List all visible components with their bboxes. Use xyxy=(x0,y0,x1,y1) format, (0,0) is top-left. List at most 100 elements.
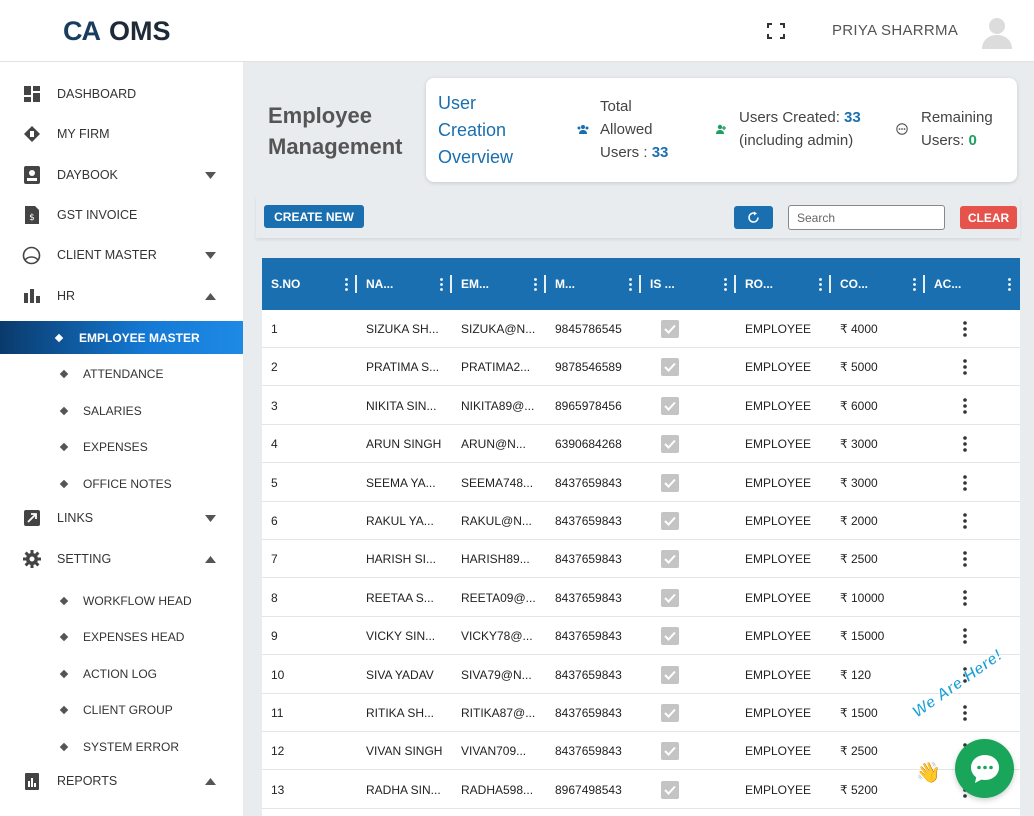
is-active-checkbox[interactable] xyxy=(661,550,679,569)
sidebar-subitem-office-notes[interactable]: OFFICE NOTES xyxy=(0,469,243,499)
report-icon xyxy=(22,772,41,791)
is-active-checkbox[interactable] xyxy=(661,358,679,377)
cell-role: EMPLOYEE xyxy=(745,437,812,452)
row-actions-icon[interactable] xyxy=(963,551,967,568)
table-row[interactable]: 12 VIVAN SINGH VIVAN709... 8437659843 EMPLOY… xyxy=(262,732,1020,771)
cell-mobile: 6390684268 xyxy=(555,437,622,452)
fullscreen-icon[interactable] xyxy=(767,23,785,39)
sidebar-subitem-expenses-head[interactable]: EXPENSES HEAD xyxy=(0,622,243,652)
column-header-action[interactable]: AC... xyxy=(925,258,1020,310)
column-header-email[interactable]: EM... xyxy=(452,258,546,310)
row-actions-icon[interactable] xyxy=(963,513,967,529)
checkmark-icon xyxy=(664,516,676,526)
bullet-icon xyxy=(54,333,64,342)
is-active-checkbox[interactable] xyxy=(661,396,679,415)
page-title-line: Management xyxy=(268,134,403,159)
sidebar-item-dashboard[interactable]: DASHBOARD xyxy=(0,77,243,111)
column-menu-icon[interactable] xyxy=(534,278,537,291)
table-row[interactable]: 2 PRATIMA S... PRATIMA2... 9878546589 EMPLOY… xyxy=(262,348,1020,387)
sidebar-subitem-action-log[interactable]: ACTION LOG xyxy=(0,659,243,689)
search-input[interactable] xyxy=(788,205,945,230)
sidebar-item-daybook[interactable]: DAYBOOK xyxy=(0,158,243,192)
row-actions-icon[interactable] xyxy=(963,359,967,376)
table-row[interactable]: 6 RAKUL YA... RAKUL@N... 8437659843 EMPLOYEE… xyxy=(262,502,1020,540)
user-avatar-icon[interactable] xyxy=(980,15,1014,49)
is-active-checkbox[interactable] xyxy=(661,588,679,607)
is-active-checkbox[interactable] xyxy=(661,473,679,492)
link-icon xyxy=(22,509,41,528)
table-row[interactable]: 4 ARUN SINGH ARUN@N... 6390684268 EMPLOYEE ₹ … xyxy=(262,425,1020,464)
column-header-sno[interactable]: S.NO xyxy=(262,258,357,310)
sidebar-item-gst-invoice[interactable]: $ GST INVOICE xyxy=(0,198,243,232)
sidebar-subitem-client-group[interactable]: CLIENT GROUP xyxy=(0,695,243,725)
column-menu-icon[interactable] xyxy=(724,278,727,291)
row-actions-icon[interactable] xyxy=(963,589,967,606)
column-header-is-active[interactable]: IS ... xyxy=(641,258,736,310)
sidebar-item-my-firm[interactable]: MY FIRM xyxy=(0,117,243,151)
cell-role: EMPLOYEE xyxy=(745,475,812,490)
is-active-checkbox[interactable] xyxy=(661,435,679,454)
clear-button[interactable]: CLEAR xyxy=(960,206,1017,229)
column-header-role[interactable]: RO... xyxy=(736,258,831,310)
sidebar-item-hr[interactable]: HR xyxy=(0,279,243,313)
column-menu-icon[interactable] xyxy=(913,278,916,291)
cell-name: RAKUL YA... xyxy=(366,514,434,528)
invoice-icon: $ xyxy=(22,206,41,225)
is-active-checkbox[interactable] xyxy=(661,320,679,338)
row-actions-icon[interactable] xyxy=(963,628,967,644)
checkmark-icon xyxy=(664,593,676,603)
create-new-button[interactable]: CREATE NEW xyxy=(264,205,364,228)
sidebar-item-setting[interactable]: SETTING xyxy=(0,542,243,576)
sidebar-item-label: CLIENT MASTER xyxy=(57,248,157,262)
row-actions-icon[interactable] xyxy=(963,321,967,337)
sidebar-item-links[interactable]: LINKS xyxy=(0,501,243,535)
app-logo[interactable]: CA OMS xyxy=(63,16,171,46)
sidebar-subitem-system-error[interactable]: SYSTEM ERROR xyxy=(0,732,243,762)
row-actions-icon[interactable] xyxy=(963,436,967,452)
is-active-checkbox[interactable] xyxy=(661,512,679,530)
is-active-checkbox[interactable] xyxy=(661,780,679,799)
row-actions-icon[interactable] xyxy=(963,397,967,414)
cell-name: HARISH SI... xyxy=(366,552,437,567)
table-row[interactable]: 8 REETAA S... REETA09@... 8437659843 EMPLOYE… xyxy=(262,578,1020,617)
column-menu-icon[interactable] xyxy=(1008,278,1011,291)
cell-sno: 2 xyxy=(271,360,278,375)
sidebar-subitem-attendance[interactable]: ATTENDANCE xyxy=(0,359,243,389)
sidebar-subitem-workflow-head[interactable]: WORKFLOW HEAD xyxy=(0,586,243,616)
column-menu-icon[interactable] xyxy=(629,278,632,291)
table-row[interactable]: 7 HARISH SI... HARISH89... 8437659843 EMPLOY… xyxy=(262,540,1020,579)
column-menu-icon[interactable] xyxy=(440,278,443,291)
table-row[interactable]: 10 SIVA YADAV SIVA79@N... 8437659843 EMPLOYE… xyxy=(262,655,1020,694)
cell-role: EMPLOYEE xyxy=(745,744,812,759)
sidebar-subitem-employee-master[interactable]: EMPLOYEE MASTER xyxy=(0,321,243,354)
cell-name: NIKITA SIN... xyxy=(366,398,437,413)
table-row[interactable]: 5 SEEMA YA... SEEMA748... 8437659843 EMPLOYE… xyxy=(262,463,1020,502)
is-active-checkbox[interactable] xyxy=(661,742,679,761)
table-row[interactable]: 11 RITIKA SH... RITIKA87@... 8437659843 EMPL… xyxy=(262,694,1020,732)
refresh-button[interactable] xyxy=(734,206,773,229)
chat-widget-button[interactable] xyxy=(955,739,1014,798)
column-header-cost[interactable]: CO... xyxy=(831,258,925,310)
table-row[interactable]: 1 SIZUKA SH... SIZUKA@N... 9845786545 EMPLOY… xyxy=(262,310,1020,348)
row-actions-icon[interactable] xyxy=(963,474,967,491)
table-row[interactable]: 13 RADHA SIN... RADHA598... 8967498543 EMPLO… xyxy=(262,770,1020,809)
is-active-checkbox[interactable] xyxy=(661,627,679,646)
table-row[interactable]: 9 VICKY SIN... VICKY78@... 8437659843 EMPLOY… xyxy=(262,617,1020,656)
column-header-mobile[interactable]: M... xyxy=(546,258,641,310)
row-actions-icon[interactable] xyxy=(963,705,967,721)
sidebar-item-client-master[interactable]: CLIENT MASTER xyxy=(0,238,243,272)
column-header-name[interactable]: NA... xyxy=(357,258,452,310)
firm-icon xyxy=(22,125,41,144)
checkmark-icon xyxy=(664,670,676,680)
table-row[interactable]: 3 NIKITA SIN... NIKITA89@... 8965978456 EMPL… xyxy=(262,386,1020,425)
sidebar-item-reports[interactable]: REPORTS xyxy=(0,764,243,798)
column-menu-icon[interactable] xyxy=(819,278,822,291)
sidebar-subitem-salaries[interactable]: SALARIES xyxy=(0,396,243,426)
total-allowed-label: Total xyxy=(600,98,632,115)
column-menu-icon[interactable] xyxy=(345,278,348,291)
cell-sno: 13 xyxy=(271,782,285,797)
is-active-checkbox[interactable] xyxy=(661,665,679,684)
is-active-checkbox[interactable] xyxy=(661,704,679,722)
sidebar-subitem-expenses[interactable]: EXPENSES xyxy=(0,432,243,462)
user-name[interactable]: PRIYA SHARRMA xyxy=(832,22,958,39)
